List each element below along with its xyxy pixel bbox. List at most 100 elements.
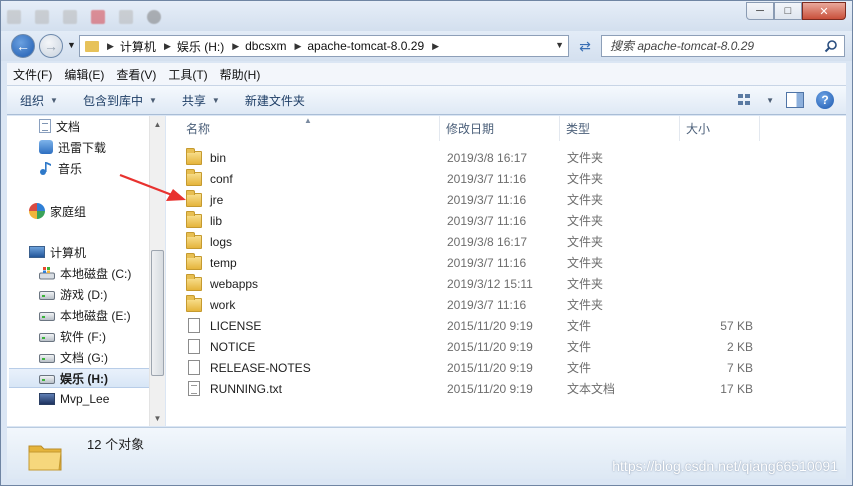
cell-size: [687, 231, 753, 252]
menu-view[interactable]: 查看(V): [110, 66, 162, 83]
table-row[interactable]: LICENSE 2015/11/20 9:19 文件 57 KB: [182, 315, 762, 336]
table-row[interactable]: logs 2019/3/8 16:17 文件夹: [182, 231, 762, 252]
nav-item-thunder-downloads[interactable]: 迅雷下载: [39, 137, 106, 157]
breadcrumb-drive[interactable]: 娱乐 (H:): [177, 38, 224, 55]
refresh-button[interactable]: ⇄: [574, 37, 596, 55]
nav-item-drive-f[interactable]: 软件 (F:): [39, 326, 106, 346]
menu-help[interactable]: 帮助(H): [214, 66, 267, 83]
command-bar: 组织 ▼ 包含到库中 ▼ 共享 ▼ 新建文件夹 ▼ ?: [7, 85, 846, 115]
include-library-label: 包含到库中: [82, 93, 143, 108]
cell-size: 57 KB: [720, 318, 753, 333]
table-row[interactable]: lib 2019/3/7 11:16 文件夹: [182, 210, 762, 231]
column-size[interactable]: 大小: [680, 116, 760, 141]
table-row[interactable]: NOTICE 2015/11/20 9:19 文件 2 KB: [182, 336, 762, 357]
menu-tools[interactable]: 工具(T): [162, 66, 213, 83]
arrow-right-icon: →: [44, 38, 58, 54]
chevron-right-icon[interactable]: ▶: [432, 41, 439, 52]
scroll-up-button[interactable]: ▲: [150, 116, 165, 132]
organize-label: 组织: [20, 93, 45, 108]
table-row[interactable]: temp 2019/3/7 11:16 文件夹: [182, 252, 762, 273]
table-row[interactable]: RUNNING.txt 2015/11/20 9:19 文本文档 17 KB: [182, 378, 762, 399]
breadcrumb-computer[interactable]: 计算机: [120, 38, 156, 55]
chevron-right-icon[interactable]: ▶: [232, 41, 239, 52]
table-row[interactable]: work 2019/3/7 11:16 文件夹: [182, 294, 762, 315]
nav-item-drive-c[interactable]: 本地磁盘 (C:): [39, 263, 131, 283]
scrollbar-thumb[interactable]: [151, 250, 164, 376]
menu-edit[interactable]: 编辑(E): [58, 66, 110, 83]
preview-pane-icon[interactable]: [786, 92, 804, 108]
nav-item-music[interactable]: 音乐: [39, 158, 82, 178]
chevron-right-icon[interactable]: ▶: [164, 41, 171, 52]
tab-icon: [147, 10, 161, 24]
nav-item-documents[interactable]: 文档: [39, 116, 80, 136]
cell-type: 文件夹: [567, 277, 604, 291]
cell-date: 2019/3/7 11:16: [447, 213, 527, 228]
column-date[interactable]: 修改日期: [440, 116, 560, 141]
nav-item-label: 游戏 (D:): [60, 287, 108, 302]
minimize-button[interactable]: ─: [746, 2, 774, 20]
scroll-down-button[interactable]: ▼: [150, 410, 165, 426]
cell-name: conf: [186, 168, 233, 189]
view-options-icon[interactable]: [736, 92, 754, 108]
nav-item-drive-h[interactable]: 娱乐 (H:): [9, 368, 151, 388]
address-history-dropdown[interactable]: ▼: [555, 40, 564, 50]
nav-item-label: 文档 (G:): [60, 350, 108, 365]
cell-date: 2015/11/20 9:19: [447, 381, 533, 396]
include-library-button[interactable]: 包含到库中 ▼: [70, 92, 169, 109]
forward-button[interactable]: →: [39, 34, 63, 58]
cell-name: lib: [186, 210, 222, 231]
file-name: jre: [210, 192, 224, 207]
back-button[interactable]: ←: [11, 34, 35, 58]
nav-item-label: 文档: [56, 119, 81, 134]
nav-item-drive-e[interactable]: 本地磁盘 (E:): [39, 305, 131, 325]
watermark: https://blog.csdn.net/qiang66510091: [612, 458, 838, 474]
column-headers: ▲ 名称 修改日期 类型 大小: [166, 116, 846, 141]
column-name[interactable]: 名称: [180, 116, 440, 141]
red-arrow-annotation: [119, 173, 186, 201]
search-input[interactable]: [610, 37, 820, 55]
share-button[interactable]: 共享 ▼: [169, 92, 232, 109]
tab-icon: [7, 10, 21, 24]
recent-pages-dropdown[interactable]: ▼: [67, 40, 76, 50]
help-icon[interactable]: ?: [816, 91, 834, 109]
menu-file[interactable]: 文件(F): [7, 66, 58, 83]
table-row[interactable]: conf 2019/3/7 11:16 文件夹: [182, 168, 762, 189]
table-row[interactable]: jre 2019/3/7 11:16 文件夹: [182, 189, 762, 210]
column-type[interactable]: 类型: [560, 116, 680, 141]
organize-button[interactable]: 组织 ▼: [7, 92, 70, 109]
breadcrumb-current[interactable]: apache-tomcat-8.0.29: [307, 39, 424, 53]
nav-item-network-drive[interactable]: Mvp_Lee: [39, 389, 109, 409]
cell-size: 2 KB: [726, 339, 753, 354]
cell-date: 2019/3/7 11:16: [447, 297, 527, 312]
menu-bar: 文件(F) 编辑(E) 查看(V) 工具(T) 帮助(H): [7, 63, 846, 85]
nav-item-homegroup[interactable]: 家庭组: [29, 201, 86, 221]
cell-type: 文件夹: [567, 151, 604, 165]
cell-name: LICENSE: [186, 315, 261, 336]
file-icon: [188, 318, 200, 333]
cell-size: 17 KB: [720, 381, 753, 396]
nav-item-label: 本地磁盘 (E:): [60, 308, 131, 323]
drive-icon: [39, 312, 55, 321]
address-bar[interactable]: ▶ 计算机 ▶ 娱乐 (H:) ▶ dbcsxm ▶ apache-tomcat…: [79, 35, 569, 57]
nav-item-drive-d[interactable]: 游戏 (D:): [39, 284, 107, 304]
cell-name: bin: [186, 147, 226, 168]
maximize-button[interactable]: □: [774, 2, 802, 20]
nav-item-label: 迅雷下载: [58, 140, 107, 155]
search-icon[interactable]: [824, 39, 838, 53]
nav-item-computer[interactable]: 计算机: [29, 242, 86, 262]
file-name: RELEASE-NOTES: [210, 360, 311, 375]
table-row[interactable]: RELEASE-NOTES 2015/11/20 9:19 文件 7 KB: [182, 357, 762, 378]
chevron-right-icon[interactable]: ▶: [107, 41, 114, 52]
close-button[interactable]: ✕: [802, 2, 846, 20]
chevron-right-icon[interactable]: ▶: [294, 41, 301, 52]
nav-scrollbar[interactable]: ▲ ▼: [149, 116, 165, 426]
new-folder-button[interactable]: 新建文件夹: [232, 92, 317, 109]
table-row[interactable]: webapps 2019/3/12 15:11 文件夹: [182, 273, 762, 294]
chevron-down-icon[interactable]: ▼: [766, 96, 774, 105]
chevron-down-icon: ▼: [50, 95, 58, 105]
nav-item-drive-g[interactable]: 文档 (G:): [39, 347, 108, 367]
homegroup-icon: [29, 203, 45, 219]
breadcrumb-folder[interactable]: dbcsxm: [245, 39, 286, 53]
table-row[interactable]: bin 2019/3/8 16:17 文件夹: [182, 147, 762, 168]
folder-icon: [186, 294, 202, 312]
